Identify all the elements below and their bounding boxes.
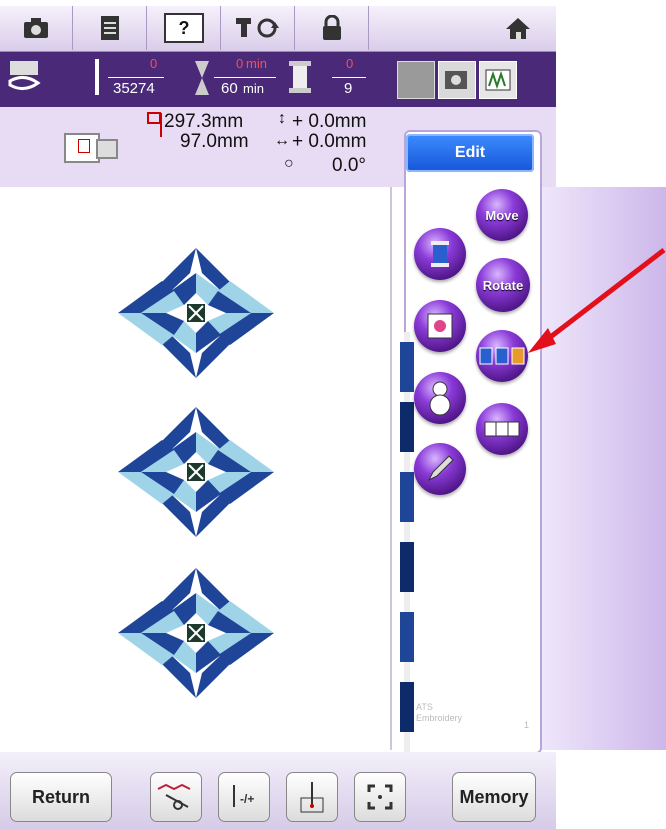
help-button[interactable]: ? (148, 6, 221, 50)
color-sort-button[interactable] (476, 330, 528, 382)
color-spools-icon (479, 347, 525, 365)
time-current: 0 (236, 56, 244, 71)
home-icon (506, 18, 530, 39)
frame-corners-icon (367, 784, 393, 810)
rotation-icon: ○ (284, 155, 294, 172)
help-icon: ? (164, 13, 204, 43)
ghost-label: ATS Embroidery (416, 702, 463, 723)
motif-middle (117, 406, 275, 538)
snowman-button[interactable] (414, 372, 466, 424)
embroidery-canvas[interactable] (0, 187, 392, 750)
vertical-arrow-icon: ↕ (278, 110, 286, 127)
spool-icon (289, 61, 311, 93)
needle-tension-icon: -/+ (233, 785, 254, 807)
document-icon (101, 16, 119, 40)
return-button[interactable]: Return (10, 772, 112, 822)
pencil-icon (427, 455, 454, 482)
embroidery-design (117, 247, 275, 699)
motif-top (117, 247, 275, 379)
camera-frame-icon (445, 71, 467, 89)
empty-slot (370, 6, 480, 50)
split-design-button[interactable] (476, 403, 528, 455)
scissors-icon (157, 783, 191, 810)
camera-button[interactable] (0, 6, 73, 50)
thread-spool-button[interactable] (414, 228, 466, 280)
home-button[interactable] (482, 6, 554, 50)
stitch-counter: 0 (150, 56, 158, 71)
move-button[interactable]: Move (476, 189, 528, 241)
top-toolbar: ? (0, 6, 556, 52)
edit-tab[interactable]: Edit (406, 134, 534, 172)
applique-button[interactable] (414, 300, 466, 352)
edit-pencil-button[interactable] (414, 443, 466, 495)
right-strip (540, 187, 666, 750)
horizontal-offset: + 0.0mm (292, 131, 367, 152)
lock-icon (323, 15, 341, 40)
trial-frame-button[interactable] (354, 772, 406, 822)
snowman-icon (429, 381, 451, 416)
needle-icon (95, 59, 99, 95)
split-frame-icon (484, 421, 520, 437)
design-height: 297.3mm (164, 111, 244, 132)
hourglass-icon (195, 61, 209, 95)
time-total: 60 (221, 80, 238, 97)
needle-position-icon (300, 782, 324, 813)
color-counter: 0 (346, 56, 354, 71)
status-bar: 0 35274 0 min 60 min 0 9 (0, 52, 556, 107)
view-thumbnail-button[interactable] (397, 61, 435, 99)
thread-colors-button[interactable] (479, 61, 517, 99)
applique-icon (427, 313, 453, 339)
machine-reset-button[interactable] (222, 6, 295, 50)
rotate-button[interactable]: Rotate (476, 258, 530, 312)
document-button[interactable] (74, 6, 147, 50)
height-icon (147, 112, 162, 137)
lock-button[interactable] (296, 6, 369, 50)
machine-reset-icon (236, 18, 279, 38)
svg-text:-/+: -/+ (240, 792, 254, 806)
camera-view-button[interactable] (438, 61, 476, 99)
memory-button[interactable]: Memory (452, 772, 536, 822)
horizontal-arrow-icon: ↔ (274, 132, 290, 149)
camera-icon (24, 18, 48, 38)
design-width: 97.0mm (180, 131, 249, 152)
needle-position-button[interactable] (286, 772, 338, 822)
motif-bottom (117, 567, 275, 699)
tension-button[interactable]: -/+ (218, 772, 270, 822)
vertical-offset: + 0.0mm (292, 111, 367, 132)
cut-button[interactable] (150, 772, 202, 822)
color-total: 9 (344, 80, 353, 97)
thread-machine-icon (8, 61, 41, 90)
rotation-value: 0.0° (332, 155, 367, 176)
spool-blue-icon (431, 241, 449, 267)
stitch-total: 35274 (113, 80, 155, 97)
hoop-size-icon (64, 133, 118, 163)
thread-colors-icon (485, 69, 511, 91)
